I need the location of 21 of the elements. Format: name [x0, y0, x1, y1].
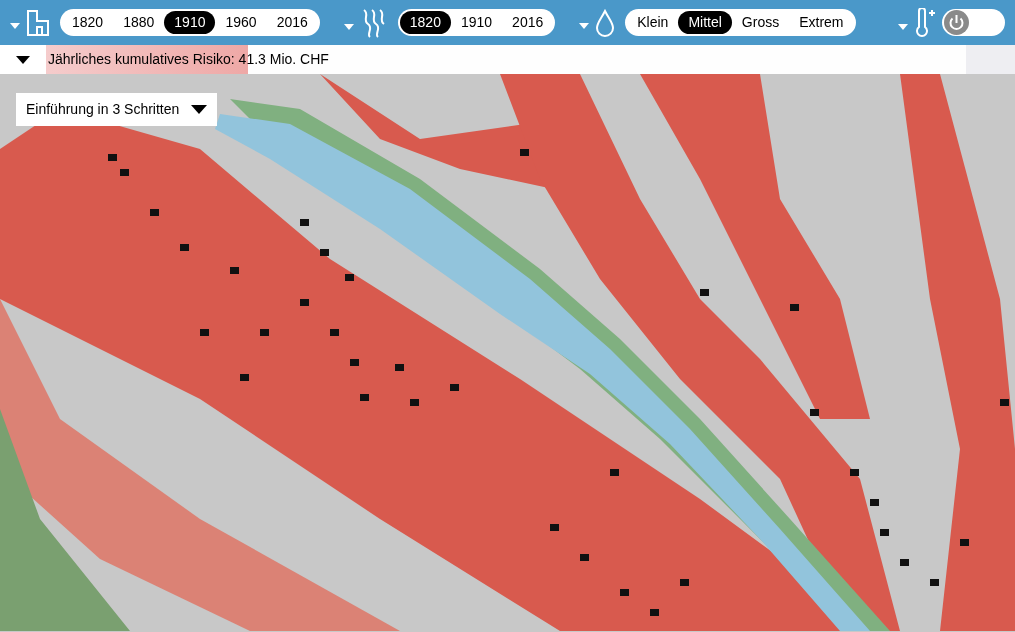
risk-text: Jährliches kumulatives Risiko: 41.3 Mio. CHF — [47, 50, 329, 69]
thermometer-icon — [914, 7, 936, 38]
drop-icon — [595, 8, 616, 37]
option-tab[interactable]: 1910 — [164, 11, 216, 34]
power-toggle[interactable] — [942, 9, 1005, 36]
option-tab[interactable]: 1960 — [215, 11, 267, 34]
buildings-icon — [26, 8, 50, 37]
option-tab[interactable]: 2016 — [266, 11, 318, 34]
option-tab[interactable]: 1910 — [450, 11, 503, 34]
option-tab[interactable]: Extrem — [789, 11, 854, 34]
option-tab[interactable]: 2016 — [502, 11, 554, 34]
caret-icon — [191, 105, 208, 114]
power-icon — [944, 10, 969, 35]
option-tab[interactable]: 1880 — [113, 11, 165, 34]
caret-icon[interactable] — [16, 55, 30, 64]
option-tab[interactable]: 1820 — [62, 11, 114, 34]
option-tab[interactable]: Klein — [627, 11, 679, 34]
option-tab[interactable]: Gross — [731, 11, 790, 34]
option-tab[interactable]: Mittel — [678, 11, 732, 34]
intro-dropdown[interactable]: Einführung in 3 Schritten — [16, 93, 218, 126]
option-tab[interactable]: 1820 — [399, 11, 451, 34]
